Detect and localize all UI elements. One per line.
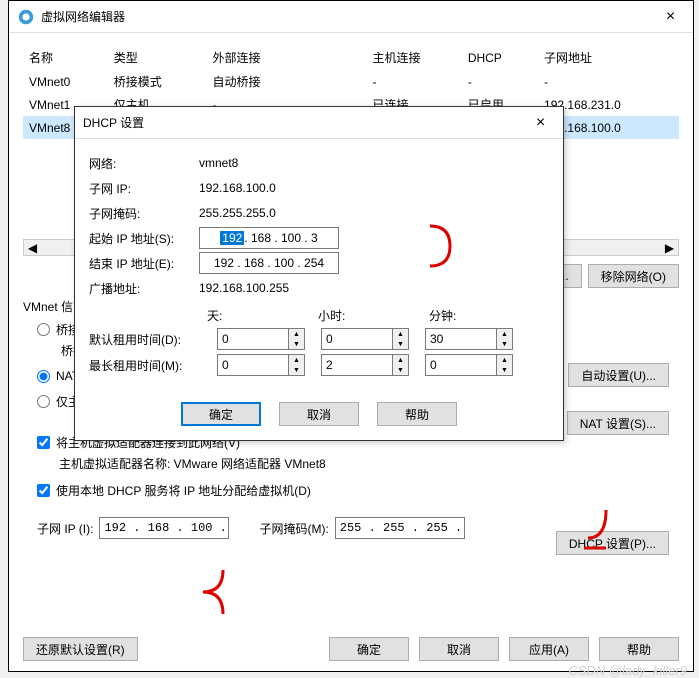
start-ip-input[interactable]: 192 . 168 . 100 . 3	[199, 227, 339, 249]
connect-host-checkbox[interactable]	[37, 436, 50, 449]
def-lease-label: 默认租用时间(D):	[89, 331, 201, 348]
def-hour-spinner[interactable]: ▲▼	[321, 328, 409, 350]
th-type: 类型	[108, 45, 207, 70]
max-day-spinner[interactable]: ▲▼	[217, 354, 305, 376]
def-day-spinner[interactable]: ▲▼	[217, 328, 305, 350]
main-titlebar: 虚拟网络编辑器 ×	[9, 1, 693, 33]
start-ip-label: 起始 IP 地址(S):	[89, 230, 199, 247]
table-row[interactable]: VMnet0桥接模式自动桥接---	[23, 70, 679, 93]
max-hour-input[interactable]	[322, 355, 392, 375]
spin-arrows[interactable]: ▲▼	[392, 355, 408, 375]
hdr-min: 分钟:	[429, 307, 524, 324]
def-hour-input[interactable]	[322, 329, 392, 349]
dhcp-settings-dialog: DHCP 设置 × 网络:vmnet8 子网 IP:192.168.100.0 …	[74, 106, 564, 441]
dialog-help-button[interactable]: 帮助	[377, 402, 457, 426]
subnet-ip-label: 子网 IP (I):	[37, 520, 93, 537]
dhcp-check-label: 使用本地 DHCP 服务将 IP 地址分配给虚拟机(D)	[56, 482, 311, 499]
max-min-input[interactable]	[426, 355, 496, 375]
spin-arrows[interactable]: ▲▼	[496, 329, 512, 349]
scroll-right-icon[interactable]: ▶	[661, 240, 678, 255]
max-lease-label: 最长租用时间(M):	[89, 357, 201, 374]
def-min-input[interactable]	[426, 329, 496, 349]
dialog-titlebar: DHCP 设置 ×	[75, 107, 563, 139]
bcast-label: 广播地址:	[89, 280, 199, 297]
nat-settings-button[interactable]: NAT 设置(S)...	[567, 411, 669, 435]
start-ip-rest: . 168 . 100 . 3	[244, 231, 317, 245]
def-min-spinner[interactable]: ▲▼	[425, 328, 513, 350]
restore-defaults-button[interactable]: 还原默认设置(R)	[23, 637, 138, 661]
dialog-title: DHCP 设置	[83, 114, 518, 131]
dhcp-settings-button[interactable]: DHCP 设置(P)...	[556, 531, 669, 555]
def-day-input[interactable]	[218, 329, 288, 349]
remove-network-button[interactable]: 移除网络(O)	[588, 264, 679, 288]
dhcp-check-row[interactable]: 使用本地 DHCP 服务将 IP 地址分配给虚拟机(D)	[37, 482, 679, 499]
max-day-input[interactable]	[218, 355, 288, 375]
dialog-cancel-button[interactable]: 取消	[279, 402, 359, 426]
main-help-button[interactable]: 帮助	[599, 637, 679, 661]
dlg-mask-value: 255.255.255.0	[199, 206, 276, 220]
main-ok-button[interactable]: 确定	[329, 637, 409, 661]
dialog-close-button[interactable]: ×	[518, 107, 563, 139]
hdr-hour: 小时:	[318, 307, 413, 324]
scroll-left-icon[interactable]: ◀	[24, 240, 41, 255]
th-name: 名称	[23, 45, 108, 70]
net-value: vmnet8	[199, 156, 238, 170]
end-ip-label: 结束 IP 地址(E):	[89, 255, 199, 272]
dlg-mask-label: 子网掩码:	[89, 205, 199, 222]
main-cancel-button[interactable]: 取消	[419, 637, 499, 661]
table-header-row: 名称 类型 外部连接 主机连接 DHCP 子网地址	[23, 45, 679, 70]
th-host: 主机连接	[367, 45, 462, 70]
spin-arrows[interactable]: ▲▼	[288, 355, 304, 375]
th-subnet: 子网地址	[538, 45, 679, 70]
dialog-body: 网络:vmnet8 子网 IP:192.168.100.0 子网掩码:255.2…	[75, 139, 563, 390]
auto-settings-button[interactable]: 自动设置(U)...	[568, 363, 669, 387]
max-hour-spinner[interactable]: ▲▼	[321, 354, 409, 376]
main-apply-button[interactable]: 应用(A)	[509, 637, 589, 661]
hdr-day: 天:	[207, 307, 302, 324]
subnet-ip-input[interactable]	[99, 517, 229, 539]
net-label: 网络:	[89, 155, 199, 172]
dlg-subnet-value: 192.168.100.0	[199, 181, 276, 195]
spin-arrows[interactable]: ▲▼	[288, 329, 304, 349]
app-icon	[17, 8, 35, 26]
subnet-mask-input[interactable]	[335, 517, 465, 539]
end-ip-input[interactable]: 192 . 168 . 100 . 254	[199, 252, 339, 274]
th-ext: 外部连接	[207, 45, 367, 70]
bridge-radio[interactable]	[37, 323, 50, 336]
start-ip-hl: 192	[220, 231, 244, 245]
subnet-mask-label: 子网掩码(M):	[259, 520, 328, 537]
hostonly-radio[interactable]	[37, 395, 50, 408]
bcast-value: 192.168.100.255	[199, 281, 289, 295]
spin-arrows[interactable]: ▲▼	[392, 329, 408, 349]
max-min-spinner[interactable]: ▲▼	[425, 354, 513, 376]
main-title: 虚拟网络编辑器	[41, 8, 648, 25]
dlg-subnet-label: 子网 IP:	[89, 180, 199, 197]
footer: 还原默认设置(R) 确定 取消 应用(A) 帮助	[23, 637, 679, 661]
main-close-button[interactable]: ×	[648, 1, 693, 33]
dialog-ok-button[interactable]: 确定	[181, 402, 261, 426]
spin-arrows[interactable]: ▲▼	[496, 355, 512, 375]
adapter-name-label: 主机虚拟适配器名称: VMware 网络适配器 VMnet8	[59, 455, 679, 472]
dialog-buttons: 确定 取消 帮助	[75, 390, 563, 440]
nat-radio[interactable]	[37, 370, 50, 383]
end-ip-value: 192 . 168 . 100 . 254	[214, 256, 324, 270]
dhcp-checkbox[interactable]	[37, 484, 50, 497]
th-dhcp: DHCP	[462, 45, 538, 70]
